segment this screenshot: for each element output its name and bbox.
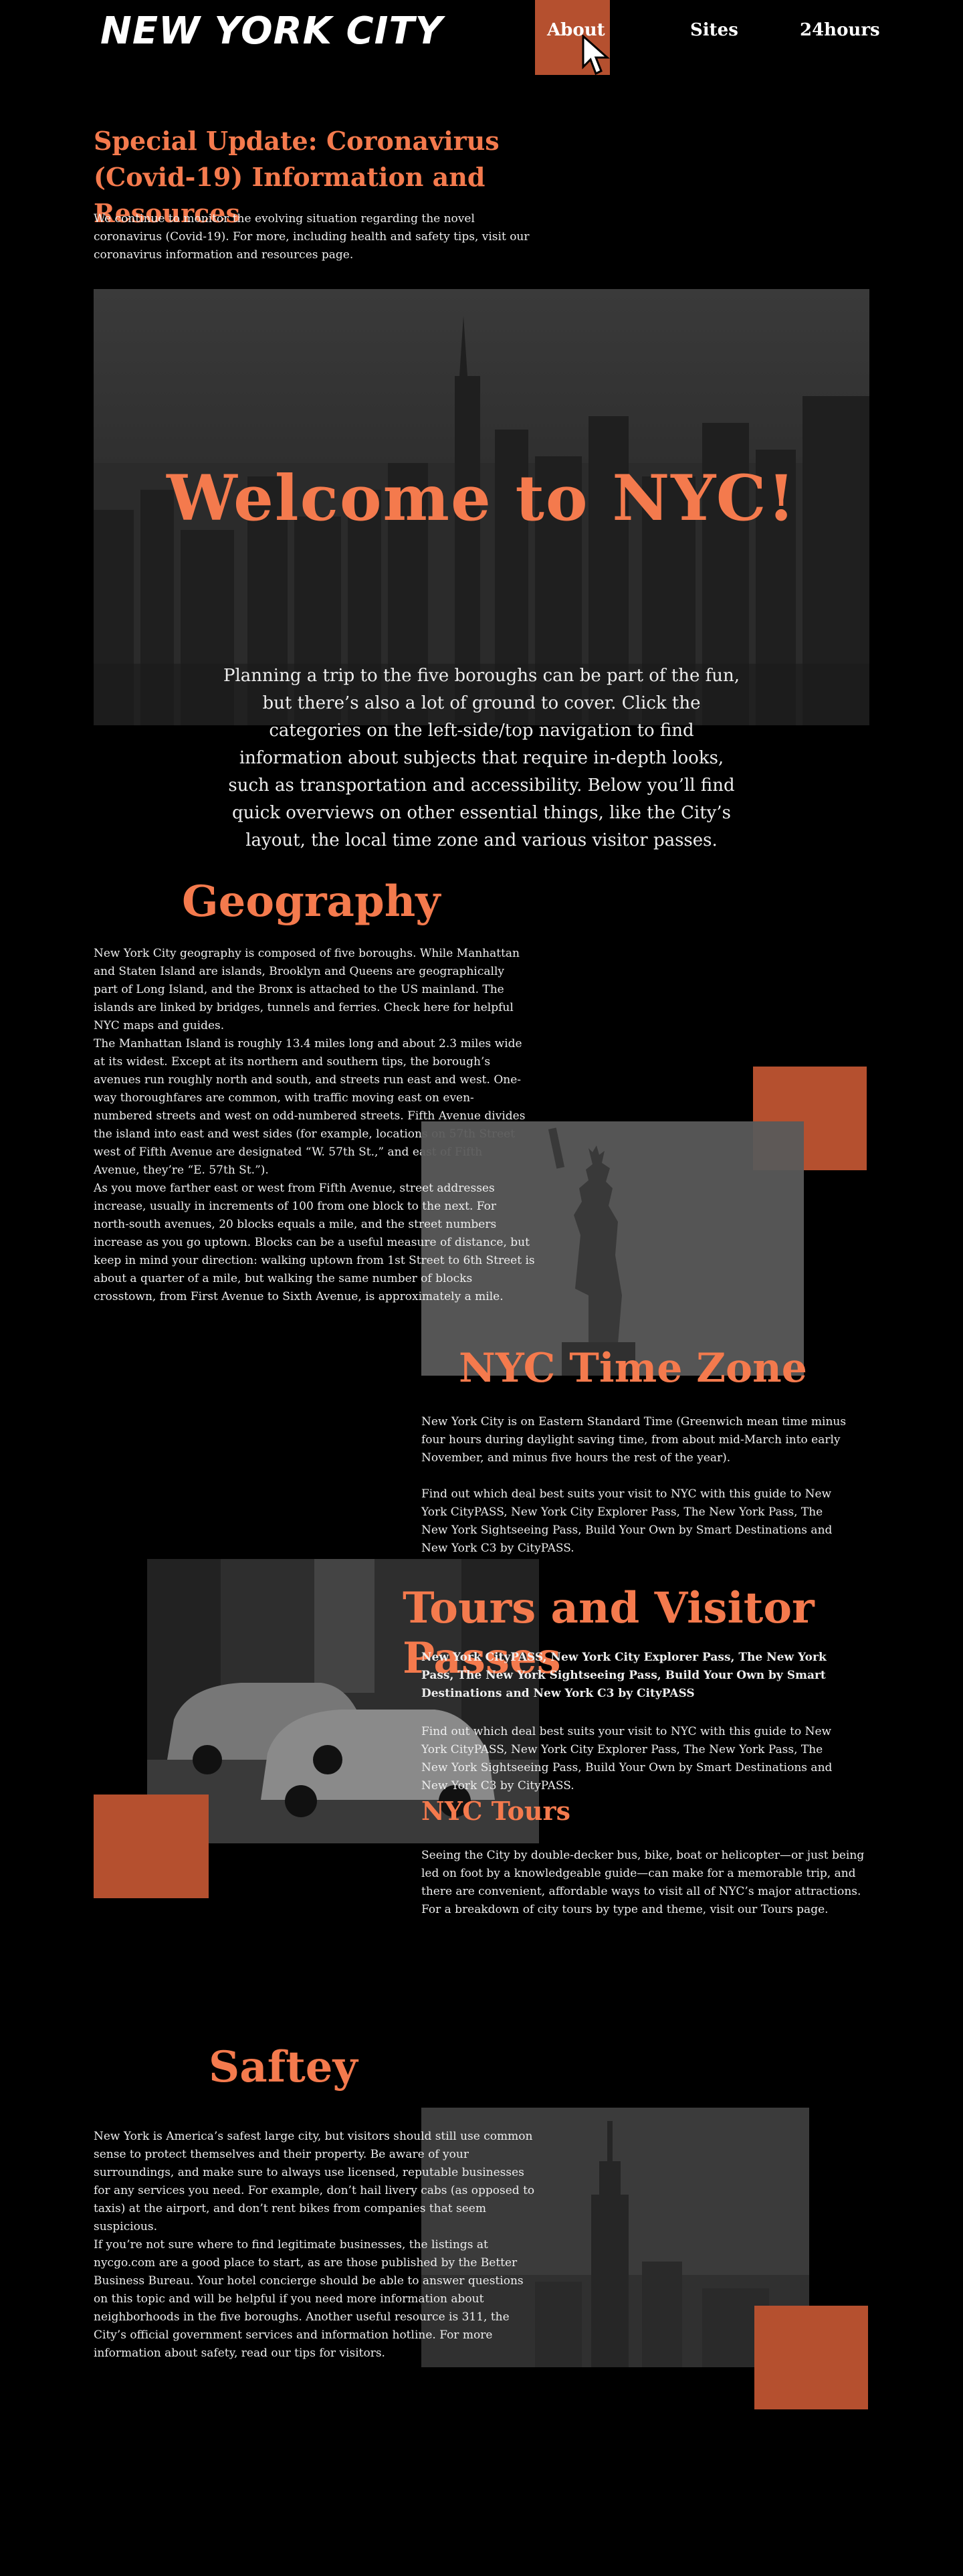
decorative-block [94,1795,209,1898]
tours-paragraph-1: Find out which deal best suits your visi… [421,1725,833,1792]
safety-paragraph-1: New York is America’s safest large city,… [94,2130,535,2233]
site-logo[interactable]: NEW YORK CITY [100,9,443,53]
covid-text: We continue to monitor the evolving situ… [94,212,530,262]
mouse-cursor-icon [582,35,610,76]
safety-title: Saftey [209,2042,358,2092]
hero-text: Planning a trip to the five boroughs can… [223,666,740,850]
tours-paragraph-3: For a breakdown of city tours by type an… [421,1903,829,1916]
timezone-title: NYC Time Zone [459,1345,807,1392]
hero-title: Welcome to NYC! [167,462,796,535]
timezone-paragraph-2: Find out which deal best suits your visi… [421,1487,833,1555]
geography-paragraph-1: New York City geography is composed of f… [94,947,520,1032]
safety-paragraph-2: If you’re not sure where to find legitim… [94,2238,524,2360]
timezone-paragraph-1: New York City is on Eastern Standard Tim… [421,1415,847,1465]
nyc-tours-subtitle: NYC Tours [421,1796,570,1826]
geography-paragraph-3: As you move farther east or west from Fi… [94,1182,535,1303]
decorative-block [754,2306,868,2409]
tours-paragraph-2: Seeing the City by double-decker bus, bi… [421,1849,865,1898]
geography-title: Geography [182,877,441,927]
tours-passes-bold: New York CityPASS, New York City Explore… [421,1651,827,1700]
nav-sites[interactable]: Sites [690,20,738,40]
nav-24hours[interactable]: 24hours [800,20,880,40]
